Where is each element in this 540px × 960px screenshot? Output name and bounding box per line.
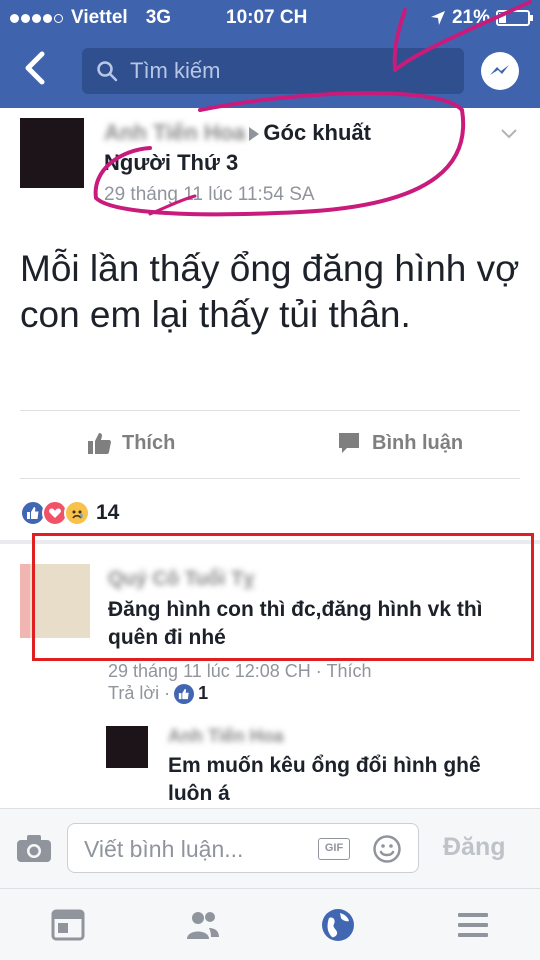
emoji-icon[interactable] xyxy=(372,834,402,864)
comment-input[interactable]: Viết bình luận... GIF xyxy=(67,823,419,873)
tab-friends-icon[interactable] xyxy=(185,907,221,943)
post-divider xyxy=(20,410,520,411)
post-comment-button[interactable]: Đăng xyxy=(443,833,506,862)
comment-button[interactable]: Bình luận xyxy=(336,430,463,456)
annotation-scribble xyxy=(93,0,532,217)
like-label: Thích xyxy=(122,431,176,454)
comment-label: Bình luận xyxy=(372,431,464,454)
reactions-summary[interactable]: 14 xyxy=(20,500,119,526)
actions-divider xyxy=(20,478,520,479)
comment-bubble-icon xyxy=(339,433,359,453)
gif-icon[interactable]: GIF xyxy=(318,838,350,860)
bottom-tab-bar xyxy=(0,888,540,960)
reply-text: Em muốn kêu ổng đổi hình ghê luôn á xyxy=(168,754,481,805)
comment-placeholder: Viết bình luận... xyxy=(84,836,244,862)
tab-news-feed-icon[interactable] xyxy=(50,907,86,943)
comment-like-count: 1 xyxy=(198,683,209,703)
tab-notifications-globe-icon[interactable] xyxy=(320,907,356,943)
tab-menu-icon[interactable] xyxy=(455,907,491,943)
comment-composer: Viết bình luận... GIF Đăng xyxy=(0,808,540,888)
comment-actions: Trả lời · 1 xyxy=(108,683,208,704)
annotation-highlight-box xyxy=(32,533,534,661)
reply-author-name[interactable]: Anh Tiến Hoa xyxy=(168,726,284,747)
camera-icon[interactable] xyxy=(16,833,52,863)
thumbs-up-icon xyxy=(88,433,111,454)
reply-link[interactable]: Trả lời · xyxy=(108,683,170,704)
reaction-count: 14 xyxy=(96,501,120,524)
like-button[interactable]: Thích xyxy=(86,430,175,456)
sad-reaction-icon xyxy=(64,500,90,526)
comment-meta: 29 tháng 11 lúc 12:08 CH · Thích xyxy=(108,661,372,681)
post-body: Mỗi lần thấy ổng đăng hình vợ con em lại… xyxy=(20,248,520,335)
comment-like-icon xyxy=(174,683,195,704)
reply-author-avatar[interactable] xyxy=(106,726,148,768)
